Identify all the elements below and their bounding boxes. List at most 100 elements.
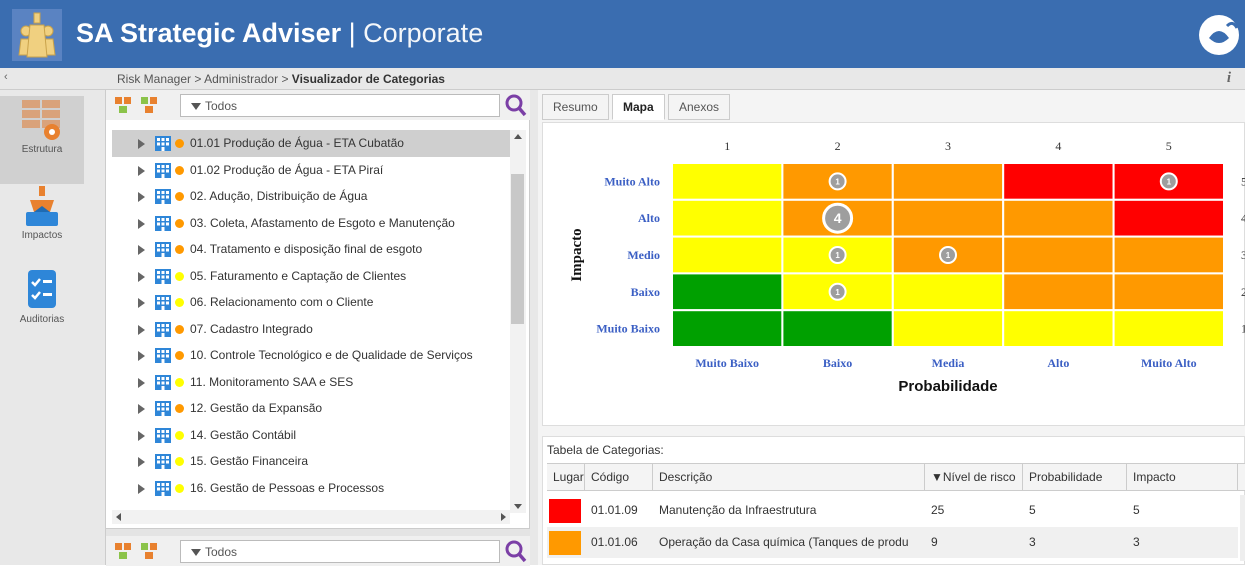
risk-count-label: 4 [834, 210, 842, 226]
scroll-right-icon[interactable] [501, 513, 506, 521]
matrix-cell[interactable] [891, 309, 1005, 348]
matrix-cell[interactable] [1112, 309, 1225, 348]
column-header-descricao[interactable]: Descrição [653, 464, 925, 491]
expand-arrow-icon[interactable] [138, 351, 145, 361]
expand-arrow-icon[interactable] [138, 165, 145, 176]
table-scrollbar[interactable] [1240, 495, 1245, 561]
matrix-cell[interactable] [1002, 198, 1115, 238]
filter-select[interactable]: Todos [180, 540, 500, 563]
expand-all-icon[interactable] [114, 96, 132, 114]
matrix-cell[interactable] [1112, 235, 1225, 275]
expand-arrow-icon[interactable] [138, 192, 145, 202]
panel-splitter[interactable] [106, 528, 530, 536]
info-icon[interactable]: i [1227, 70, 1231, 87]
matrix-cell[interactable] [1002, 272, 1115, 312]
column-header-lugar[interactable]: Lugar [547, 464, 585, 491]
tree-item[interactable]: 17. Gestão das Aquisições e Contratos [112, 501, 510, 505]
breadcrumb-item[interactable]: Administrador [204, 72, 278, 86]
expand-arrow-icon[interactable] [138, 430, 145, 441]
filter-value: Todos [205, 545, 238, 559]
tree-item[interactable]: 01.02 Produção de Água - ETA Piraí [112, 157, 510, 184]
search-icon[interactable] [504, 92, 528, 118]
tree-item-label: 03. Coleta, Afastamento de Esgoto e Manu… [190, 215, 455, 230]
breadcrumb-separator: > [194, 72, 202, 86]
tree-item[interactable]: 10. Controle Tecnológico e de Qualidade … [112, 342, 510, 369]
matrix-cell[interactable] [781, 309, 894, 348]
category-tree: 01.01 Produção de Água - ETA Cubatão 01.0… [112, 130, 510, 505]
tree-item[interactable]: 14. Gestão Contábil [112, 422, 510, 449]
expand-arrow-icon[interactable] [138, 377, 145, 388]
tree-vertical-scrollbar[interactable] [510, 130, 526, 513]
risk-level-dot [175, 139, 184, 148]
column-header-impacto[interactable]: Impacto [1127, 464, 1238, 491]
scroll-left-icon[interactable] [116, 513, 121, 521]
expand-arrow-icon[interactable] [138, 245, 145, 255]
matrix-cell[interactable] [671, 198, 784, 238]
table-header: Lugar Código Descrição ▼Nível de risco P… [547, 463, 1245, 491]
tree-item[interactable]: 16. Gestão de Pessoas e Processos [112, 475, 510, 502]
matrix-cell[interactable] [891, 162, 1005, 201]
expand-arrow-icon[interactable] [138, 457, 145, 467]
sidebar-item-auditorias[interactable]: Auditorias [0, 268, 84, 356]
expand-arrow-icon[interactable] [138, 218, 145, 229]
collapse-all-icon[interactable] [140, 542, 158, 560]
matrix-cell[interactable] [671, 309, 784, 348]
risk-level-dot [175, 298, 184, 307]
expand-all-icon[interactable] [114, 542, 132, 560]
app-title-main: SA Strategic Adviser [76, 18, 342, 48]
matrix-cell[interactable] [671, 162, 784, 201]
x-axis-label: Probabilidade [898, 378, 997, 395]
vertical-splitter[interactable] [530, 90, 538, 565]
tab-anexos[interactable]: Anexos [668, 94, 731, 120]
tree-item[interactable]: 11. Monitoramento SAA e SES [112, 369, 510, 396]
search-icon[interactable] [504, 538, 528, 564]
breadcrumb-item[interactable]: Risk Manager [117, 72, 191, 86]
tree-toolbar: Todos [106, 90, 530, 120]
matrix-cell[interactable] [1002, 309, 1115, 348]
sidebar-item-impactos[interactable]: Impactos [0, 184, 84, 272]
scrollbar-thumb[interactable] [511, 174, 524, 324]
expand-arrow-icon[interactable] [138, 298, 145, 308]
expand-arrow-icon[interactable] [138, 271, 145, 282]
expand-arrow-icon[interactable] [138, 483, 145, 494]
column-header-codigo[interactable]: Código [585, 464, 653, 491]
tree-horizontal-scrollbar[interactable] [112, 510, 510, 524]
matrix-cell[interactable] [891, 272, 1005, 312]
matrix-cell[interactable] [671, 235, 784, 275]
breadcrumb-bar: ‹ Risk Manager > Administrador > Visuali… [0, 68, 1245, 90]
tree-item[interactable]: 12. Gestão da Expansão [112, 395, 510, 422]
table-row[interactable]: 01.01.09 Manutenção da Infraestrutura 25 5 5 [547, 495, 1238, 526]
collapse-all-icon[interactable] [140, 96, 158, 114]
filter-select[interactable]: Todos [180, 94, 500, 117]
tab-resumo[interactable]: Resumo [542, 94, 609, 120]
tree-item[interactable]: 05. Faturamento e Captação de Clientes [112, 263, 510, 290]
tree-item[interactable]: 06. Relacionamento com o Cliente [112, 289, 510, 316]
column-header-nivel[interactable]: ▼Nível de risco [925, 464, 1023, 491]
tree-item[interactable]: 03. Coleta, Afastamento de Esgoto e Manu… [112, 210, 510, 237]
matrix-cell[interactable] [1112, 198, 1225, 238]
matrix-cell[interactable] [1002, 162, 1115, 201]
matrix-cell[interactable] [1112, 272, 1225, 312]
expand-arrow-icon[interactable] [138, 404, 145, 414]
filter-value: Todos [205, 99, 238, 113]
column-header-probabilidade[interactable]: Probabilidade [1023, 464, 1127, 491]
tree-item-label: 01.01 Produção de Água - ETA Cubatão [190, 136, 404, 150]
tree-item-label: 06. Relacionamento com o Cliente [190, 295, 374, 309]
expand-arrow-icon[interactable] [138, 139, 145, 149]
matrix-cell[interactable] [891, 198, 1005, 238]
sidebar-item-estrutura[interactable]: Estrutura [0, 96, 84, 184]
matrix-cell[interactable] [1002, 235, 1115, 275]
tree-item[interactable]: 07. Cadastro Integrado [112, 316, 510, 343]
table-row[interactable]: 01.01.06 Operação da Casa química (Tanque… [547, 527, 1238, 558]
scroll-up-icon[interactable] [514, 134, 522, 139]
tree-item[interactable]: 01.01 Produção de Água - ETA Cubatão [112, 130, 510, 157]
tab-mapa[interactable]: Mapa [612, 94, 665, 120]
row-label: Medio [627, 248, 660, 262]
tree-item[interactable]: 02. Adução, Distribuição de Água [112, 183, 510, 210]
tree-item[interactable]: 04. Tratamento e disposição final de esg… [112, 236, 510, 263]
tree-item[interactable]: 15. Gestão Financeira [112, 448, 510, 475]
matrix-cell[interactable] [671, 272, 784, 312]
collapse-sidebar-button[interactable]: ‹ [4, 71, 8, 83]
expand-arrow-icon[interactable] [138, 324, 145, 335]
scroll-down-icon[interactable] [514, 504, 522, 509]
